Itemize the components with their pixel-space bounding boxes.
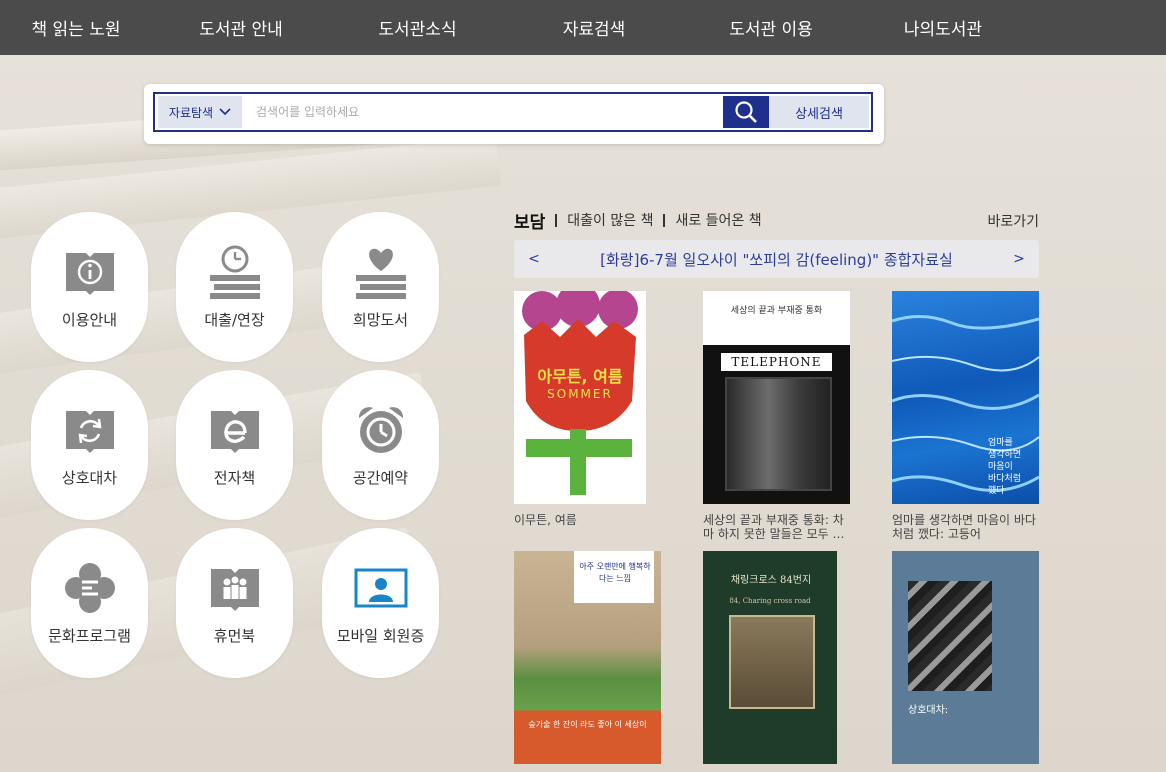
- search-category-label: 자료탐색: [168, 105, 214, 120]
- cover-subtitle: 84, Charing cross road: [729, 597, 811, 605]
- nav-item-library-use[interactable]: 도서관 이용: [683, 15, 859, 40]
- quick-menu: 이용안내 대출/연장 희망도서 상호대차 전자책 공간예약 문화프로그램 휴먼북…: [31, 212, 441, 682]
- book-cover[interactable]: 세상의 끝과 부재중 통화 TELEPHONE: [703, 291, 850, 504]
- nav-item-nowon[interactable]: 책 읽는 노원: [0, 15, 152, 40]
- banner-next-button[interactable]: >: [999, 251, 1039, 267]
- quick-menu-space-reservation[interactable]: 공간예약: [322, 370, 439, 520]
- book-tabs: 보담 대출이 많은 책 새로 들어온 책: [514, 205, 1039, 235]
- cover-title: 아주 오랜만에 행복하다는 느낌: [579, 562, 651, 583]
- chevron-down-icon: [219, 108, 231, 116]
- quick-menu-mobile-card[interactable]: 모바일 회원증: [322, 528, 439, 678]
- goto-link[interactable]: 바로가기: [987, 211, 1039, 231]
- quick-menu-culture-program[interactable]: 문화프로그램: [31, 528, 148, 678]
- banner-prev-button[interactable]: <: [514, 251, 554, 267]
- book-title[interactable]: 이무튼, 여름: [514, 513, 662, 541]
- quick-menu-label: 상호대차: [61, 468, 118, 487]
- collection-banner: < [화랑]6-7월 일오사이 "쏘피의 감(feeling)" 종합자료실 >: [514, 240, 1039, 278]
- search-button[interactable]: [723, 96, 769, 128]
- cover-subtitle: SOMMER: [547, 387, 613, 401]
- tab-new-arrivals[interactable]: 새로 들어온 책: [675, 210, 761, 230]
- search-category-select[interactable]: 자료탐색: [158, 96, 242, 128]
- book-item[interactable]: 아주 오랜만에 행복하다는 느낌 숲가술 한 잔이 라도 좋아 이 세상이: [514, 551, 662, 764]
- quick-menu-label: 공간예약: [352, 468, 409, 487]
- quick-menu-wish-book[interactable]: 희망도서: [322, 212, 439, 362]
- book-cover[interactable]: 엄마를 생각하면 마음이 바다처럼 깼다: [892, 291, 1039, 504]
- quick-menu-label: 전자책: [213, 468, 256, 487]
- info-book-icon: [62, 245, 118, 299]
- people-book-icon: [207, 561, 263, 615]
- book-item[interactable]: 아무튼, 여름 SOMMER 이무튼, 여름: [514, 291, 662, 541]
- quick-menu-ebook[interactable]: 전자책: [176, 370, 293, 520]
- cover-title: 상호대차:: [908, 705, 949, 716]
- book-item[interactable]: 채링크로스 84번지 84, Charing cross road: [703, 551, 851, 764]
- book-title[interactable]: 세상의 끝과 부재중 통화: 차마 하지 못한 말들은 모두 …: [703, 513, 851, 541]
- nav-item-search[interactable]: 자료검색: [505, 15, 683, 40]
- quick-menu-human-book[interactable]: 휴먼북: [176, 528, 293, 678]
- search-panel: 자료탐색 상세검색: [144, 84, 884, 144]
- tab-most-borrowed[interactable]: 대출이 많은 책: [567, 210, 653, 230]
- advanced-search-button[interactable]: 상세검색: [769, 96, 869, 128]
- quick-menu-label: 문화프로그램: [48, 626, 131, 645]
- quick-menu-usage-guide[interactable]: 이용안내: [31, 212, 148, 362]
- cover-title: 세상의 끝과 부재중 통화: [730, 306, 823, 316]
- quick-menu-loan-renew[interactable]: 대출/연장: [176, 212, 293, 362]
- book-item[interactable]: 세상의 끝과 부재중 통화 TELEPHONE 세상의 끝과 부재중 통화: 차…: [703, 291, 851, 541]
- tab-bodam[interactable]: 보담: [514, 208, 545, 233]
- cover-subtitle: 숲가술 한 잔이 라도 좋아 이 세상이: [528, 720, 647, 729]
- book-cover[interactable]: 아주 오랜만에 행복하다는 느낌 숲가술 한 잔이 라도 좋아 이 세상이: [514, 551, 661, 764]
- book-cover[interactable]: 채링크로스 84번지 84, Charing cross road: [703, 551, 837, 764]
- search-icon: [735, 101, 757, 123]
- member-card-icon: [353, 561, 409, 615]
- search-box: 자료탐색 상세검색: [153, 92, 873, 132]
- book-list-panel: 보담 대출이 많은 책 새로 들어온 책 바로가기 < [화랑]6-7월 일오사…: [514, 205, 1039, 764]
- nav-item-library-info[interactable]: 도서관 안내: [152, 15, 330, 40]
- search-input[interactable]: [242, 95, 723, 129]
- nav-item-library-news[interactable]: 도서관소식: [330, 15, 505, 40]
- book-item[interactable]: 상호대차:: [892, 551, 1040, 764]
- book-cover[interactable]: 아무튼, 여름 SOMMER: [514, 291, 646, 504]
- quick-menu-label: 모바일 회원증: [336, 626, 425, 645]
- nav-item-my-library[interactable]: 나의도서관: [859, 15, 1027, 40]
- tab-divider: [663, 213, 666, 227]
- quick-menu-label: 대출/연장: [204, 310, 265, 329]
- top-navigation: 책 읽는 노원 도서관 안내 도서관소식 자료검색 도서관 이용 나의도서관: [0, 0, 1166, 55]
- book-cover[interactable]: 상호대차:: [892, 551, 1039, 764]
- heart-books-icon: [353, 245, 409, 299]
- book-title[interactable]: 엄마를 생각하면 마음이 바다 처럼 깼다: 고등어: [892, 513, 1040, 541]
- book-item[interactable]: 엄마를 생각하면 마음이 바다처럼 깼다 엄마를 생각하면 마음이 바다 처럼 …: [892, 291, 1040, 541]
- cover-telephone-sign: TELEPHONE: [721, 353, 832, 371]
- flower-icon: [62, 561, 118, 615]
- banner-title[interactable]: [화랑]6-7월 일오사이 "쏘피의 감(feeling)" 종합자료실: [554, 249, 999, 270]
- clock-books-icon: [207, 245, 263, 299]
- cover-title: 채링크로스 84번지: [730, 575, 812, 586]
- quick-menu-interlibrary-loan[interactable]: 상호대차: [31, 370, 148, 520]
- quick-menu-label: 희망도서: [352, 310, 409, 329]
- tab-divider: [555, 213, 558, 227]
- quick-menu-label: 이용안내: [61, 310, 118, 329]
- exchange-book-icon: [62, 403, 118, 457]
- cover-title: 아무튼, 여름: [537, 367, 623, 386]
- alarm-clock-icon: [353, 403, 409, 457]
- ebook-icon: [207, 403, 263, 457]
- quick-menu-label: 휴먼북: [213, 626, 256, 645]
- cover-title: 엄마를 생각하면 마음이 바다처럼 깼다: [988, 438, 1022, 496]
